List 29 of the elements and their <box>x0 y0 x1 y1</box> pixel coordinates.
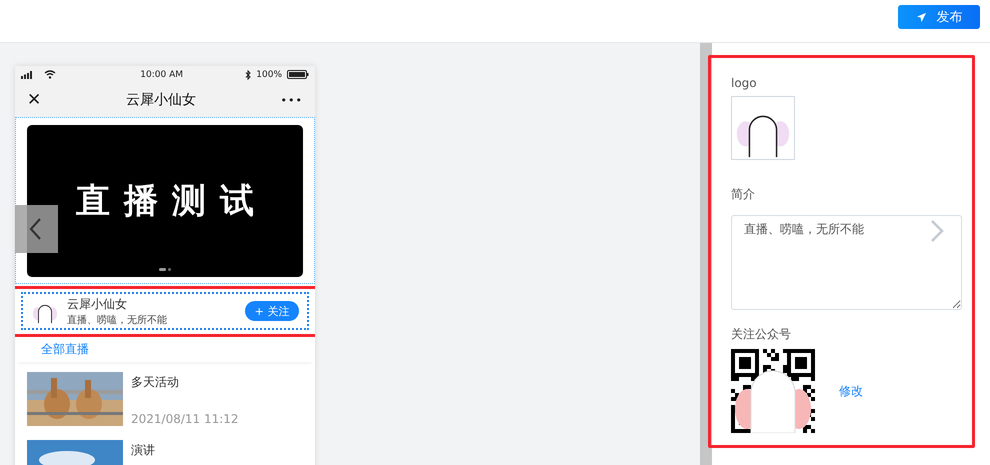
chevron-right-icon <box>930 219 944 243</box>
logo-label: logo <box>731 76 757 90</box>
follow-button[interactable]: + 关注 <box>245 301 299 321</box>
edit-link[interactable]: 修改 <box>839 382 863 400</box>
status-time: 10:00 AM <box>139 70 184 80</box>
banner-title: 直播测试 <box>76 180 268 223</box>
profile-name: 云犀小仙女 <box>67 296 128 312</box>
bluetooth-icon <box>245 70 252 80</box>
battery-icon <box>287 70 309 79</box>
intro-label: 简介 <box>731 186 755 203</box>
live-title: 演讲 <box>131 442 155 459</box>
close-button[interactable]: ✕ <box>27 90 42 110</box>
carousel-dot[interactable] <box>168 268 171 271</box>
page-title: 云犀小仙女 <box>124 91 197 109</box>
live-time: 2021/08/11 11:12 <box>131 412 239 426</box>
battery-percent: 100% <box>256 70 282 80</box>
send-icon <box>916 12 926 22</box>
all-live-link[interactable]: 全部直播 <box>41 341 89 358</box>
publish-button[interactable]: 发布 <box>898 5 980 29</box>
wifi-icon <box>44 70 56 79</box>
profile-bio: 直播、唠嗑，无所不能 <box>67 314 168 326</box>
logo-image[interactable] <box>731 96 795 160</box>
previous-button[interactable] <box>15 205 58 253</box>
account-label: 关注公众号 <box>731 326 791 343</box>
more-button[interactable]: ••• <box>280 94 303 106</box>
intro-field[interactable]: 直播、唠嗑，无所不能 <box>731 215 962 310</box>
chevron-left-icon <box>28 217 42 241</box>
live-title: 多天活动 <box>131 374 180 391</box>
signal-icon <box>21 70 35 78</box>
